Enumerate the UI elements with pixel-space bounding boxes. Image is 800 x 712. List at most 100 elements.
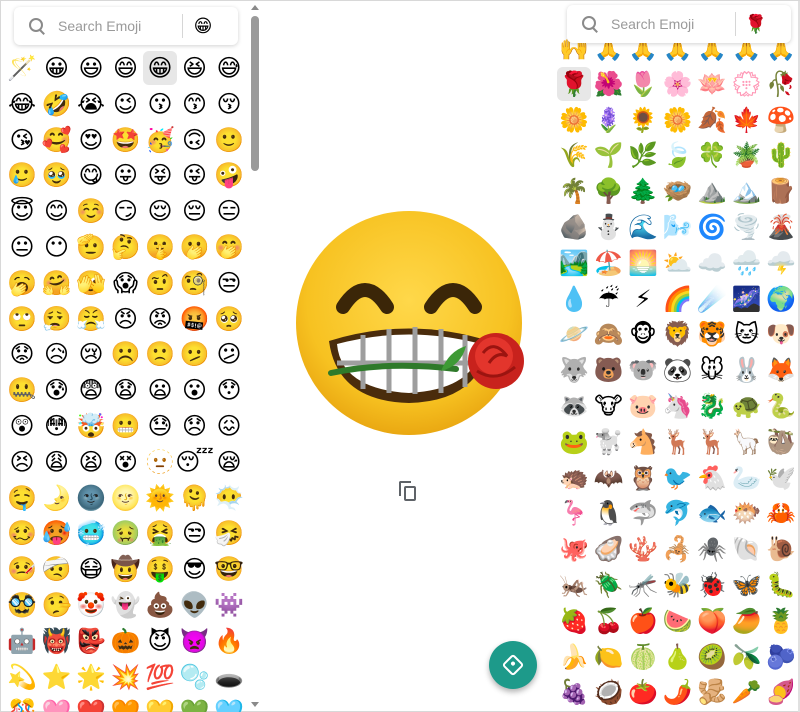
emoji-cell[interactable]: 🌝 — [109, 481, 143, 515]
emoji-cell[interactable]: 😔 — [178, 194, 212, 228]
emoji-cell[interactable]: 🤫 — [143, 230, 177, 264]
emoji-cell[interactable]: 🍄 — [764, 103, 798, 137]
emoji-cell[interactable]: 🐶 — [764, 317, 798, 351]
emoji-cell[interactable]: 🐴 — [626, 425, 660, 459]
emoji-cell[interactable]: 🪄 — [5, 51, 39, 85]
emoji-cell[interactable]: ⚡ — [626, 282, 660, 316]
emoji-cell[interactable]: 😩 — [40, 445, 74, 479]
emoji-cell[interactable]: 🍌 — [557, 640, 591, 674]
emoji-cell[interactable]: 🌷 — [626, 67, 660, 101]
emoji-cell[interactable]: ⛰️ — [695, 174, 729, 208]
emoji-cell[interactable]: 🐬 — [661, 496, 695, 530]
emoji-cell[interactable]: 🐼 — [661, 353, 695, 387]
emoji-cell[interactable]: 🙁 — [143, 337, 177, 371]
emoji-cell[interactable]: 🐧 — [592, 496, 626, 530]
emoji-cell[interactable]: 🎃 — [109, 624, 143, 658]
emoji-cell[interactable]: 🐮 — [592, 389, 626, 423]
emoji-cell[interactable]: 🪺 — [661, 174, 695, 208]
emoji-cell[interactable]: 😷 — [74, 552, 108, 586]
emoji-cell[interactable]: 🙂 — [212, 123, 246, 157]
emoji-cell[interactable]: 🐷 — [626, 389, 660, 423]
emoji-cell[interactable]: 🦗 — [557, 568, 591, 602]
emoji-cell[interactable]: 😂 — [5, 87, 39, 121]
emoji-cell[interactable]: 🤪 — [212, 158, 246, 192]
emoji-cell[interactable]: 🌋 — [764, 210, 798, 244]
emoji-cell[interactable]: 🐉 — [695, 389, 729, 423]
emoji-cell[interactable]: 😆 — [178, 51, 212, 85]
emoji-cell[interactable]: 😑 — [212, 194, 246, 228]
emoji-cell[interactable]: 🦄 — [661, 389, 695, 423]
emoji-cell[interactable]: 😢 — [74, 337, 108, 371]
emoji-cell[interactable]: 😓 — [143, 409, 177, 443]
emoji-cell[interactable]: 🤬 — [178, 302, 212, 336]
emoji-cell[interactable]: 😒 — [212, 266, 246, 300]
emoji-cell[interactable]: 🪐 — [557, 317, 591, 351]
emoji-cell[interactable]: 🦝 — [557, 389, 591, 423]
copy-icon[interactable] — [399, 481, 419, 503]
emoji-cell[interactable]: 🥴 — [5, 516, 39, 550]
emoji-cell[interactable]: 😚 — [212, 87, 246, 121]
emoji-cell[interactable]: 🥀 — [764, 67, 798, 101]
emoji-cell[interactable]: 😊 — [40, 194, 74, 228]
emoji-cell[interactable]: 🌾 — [557, 138, 591, 172]
emoji-cell[interactable]: 🙄 — [5, 302, 39, 336]
emoji-cell[interactable]: 🐌 — [764, 532, 798, 566]
emoji-cell[interactable]: 🌞 — [143, 481, 177, 515]
emoji-cell[interactable]: 🫡 — [74, 230, 108, 264]
emoji-cell[interactable]: 👿 — [178, 624, 212, 658]
emoji-cell[interactable]: 🫚 — [695, 675, 729, 709]
emoji-cell[interactable]: 👾 — [212, 588, 246, 622]
left-search-bar[interactable]: 😁 — [14, 7, 238, 45]
emoji-cell[interactable]: 😋 — [74, 158, 108, 192]
emoji-cell[interactable]: 🐰 — [730, 353, 764, 387]
emoji-cell[interactable]: 🫣 — [74, 266, 108, 300]
emoji-cell[interactable]: 😇 — [5, 194, 39, 228]
emoji-cell[interactable]: 🥭 — [730, 604, 764, 638]
left-search-input[interactable] — [58, 18, 176, 34]
emoji-cell[interactable]: 😳 — [40, 409, 74, 443]
emoji-cell[interactable]: 💧 — [557, 282, 591, 316]
emoji-cell[interactable]: 🍃 — [661, 138, 695, 172]
emoji-cell[interactable]: 🌧️ — [730, 246, 764, 280]
emoji-cell[interactable]: 🤖 — [5, 624, 39, 658]
emoji-cell[interactable]: 🤭 — [212, 230, 246, 264]
emoji-cell[interactable]: 🦀 — [764, 496, 798, 530]
emoji-cell[interactable]: 😞 — [178, 409, 212, 443]
emoji-cell[interactable]: 🐯 — [695, 317, 729, 351]
emoji-cell[interactable]: 🍒 — [592, 604, 626, 638]
scrollbar-thumb[interactable] — [251, 16, 259, 171]
emoji-cell[interactable]: 🌵 — [764, 138, 798, 172]
emoji-cell[interactable]: 🐛 — [764, 568, 798, 602]
emoji-cell[interactable]: 👻 — [109, 588, 143, 622]
emoji-cell[interactable]: 🩵 — [212, 695, 246, 712]
emoji-cell[interactable]: 🤒 — [5, 552, 39, 586]
emoji-cell[interactable]: 🌩️ — [764, 246, 798, 280]
emoji-cell[interactable]: 🤤 — [5, 481, 39, 515]
emoji-cell[interactable]: ⛄ — [592, 210, 626, 244]
emoji-cell[interactable]: 🐵 — [626, 317, 660, 351]
emoji-cell[interactable]: 🤗 — [40, 266, 74, 300]
emoji-cell[interactable]: 👹 — [40, 624, 74, 658]
emoji-cell[interactable]: 🕊️ — [764, 461, 798, 495]
emoji-cell[interactable]: 🍀 — [695, 138, 729, 172]
emoji-cell[interactable]: 😜 — [178, 158, 212, 192]
emoji-cell[interactable]: 🥥 — [592, 675, 626, 709]
emoji-cell[interactable]: ☁️ — [695, 246, 729, 280]
emoji-cell[interactable]: 🤐 — [5, 373, 39, 407]
emoji-cell[interactable]: 🦌 — [695, 425, 729, 459]
emoji-cell[interactable]: 🩷 — [40, 695, 74, 712]
emoji-cell[interactable]: 🦢 — [730, 461, 764, 495]
emoji-cell[interactable]: 🕳️ — [212, 660, 246, 694]
emoji-cell[interactable]: 🫢 — [178, 230, 212, 264]
emoji-cell[interactable]: 😮‍💨 — [40, 302, 74, 336]
emoji-cell[interactable]: ⛅ — [661, 246, 695, 280]
emoji-cell[interactable]: 🍓 — [557, 604, 591, 638]
emoji-cell[interactable]: 🌌 — [730, 282, 764, 316]
emoji-cell[interactable]: 🥳 — [143, 123, 177, 157]
emoji-cell[interactable]: 🌼 — [661, 103, 695, 137]
emoji-cell[interactable]: 🍍 — [764, 604, 798, 638]
emoji-cell[interactable]: 😀 — [40, 51, 74, 85]
emoji-cell[interactable]: 😱 — [109, 266, 143, 300]
emoji-cell[interactable]: 🌬️ — [661, 210, 695, 244]
emoji-cell[interactable]: 🌚 — [74, 481, 108, 515]
